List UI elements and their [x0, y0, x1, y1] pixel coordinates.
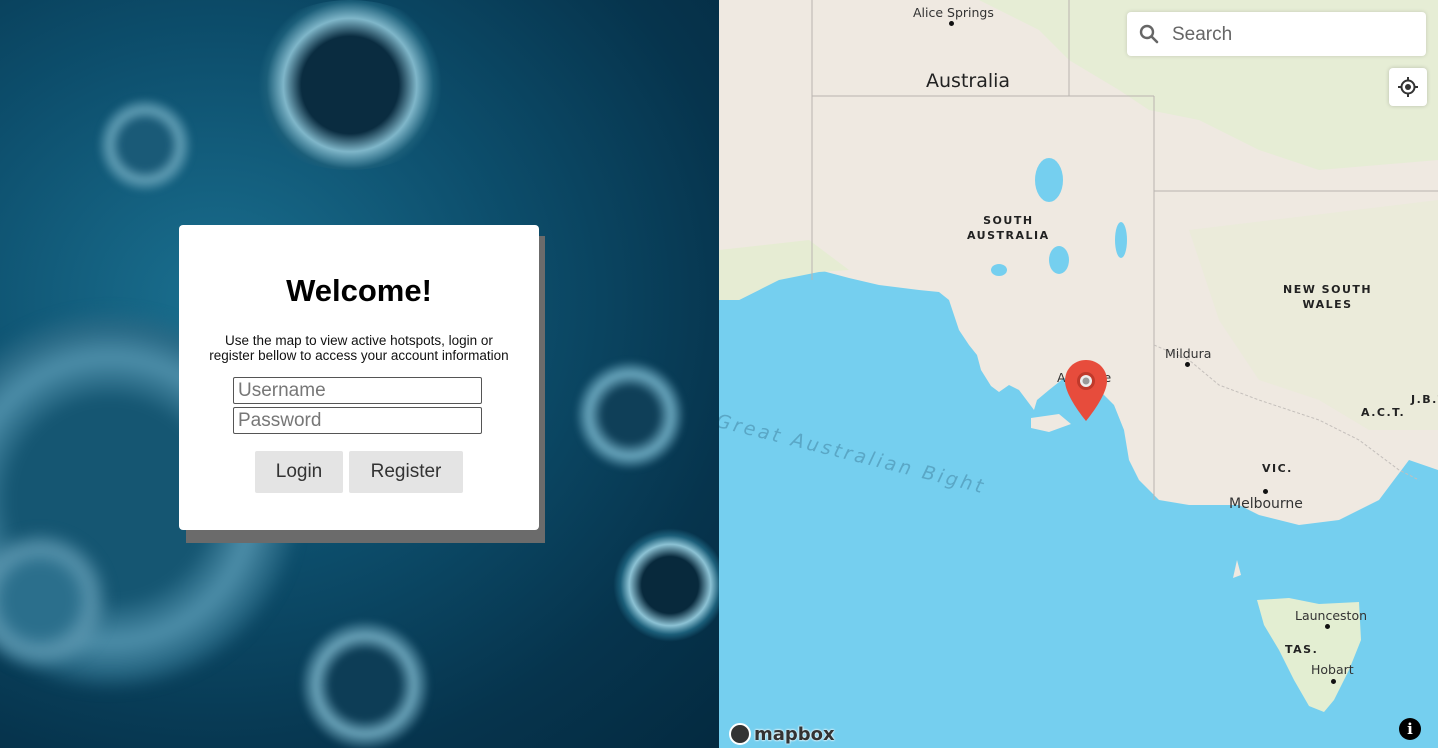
label-australia: Australia — [926, 70, 1011, 92]
label-new-south-wales: NEW SOUTH WALES — [1283, 283, 1373, 311]
virus-graphic-small-right — [560, 360, 700, 470]
virus-graphic-bottom-right — [610, 520, 719, 650]
info-icon[interactable]: i — [1399, 718, 1421, 740]
username-input[interactable] — [233, 377, 482, 404]
welcome-title: Welcome! — [286, 273, 432, 308]
virus-graphic-small-left — [90, 90, 200, 200]
map-view[interactable]: Alice Springs Australia SOUTH AUSTRALIA … — [719, 0, 1438, 748]
mapbox-logo-text: mapbox — [754, 723, 835, 745]
label-mildura: Mildura — [1165, 346, 1212, 361]
mapbox-logo-icon — [729, 723, 751, 745]
crosshair-icon — [1398, 77, 1418, 97]
city-dot — [949, 21, 954, 26]
login-description: Use the map to view active hotspots, log… — [209, 333, 509, 363]
city-dot — [1185, 362, 1190, 367]
login-pane: Welcome! Use the map to view active hots… — [0, 0, 719, 748]
register-button[interactable]: Register — [349, 451, 463, 493]
label-alice-springs: Alice Springs — [913, 5, 994, 20]
label-melbourne: Melbourne — [1229, 496, 1303, 512]
geolocate-button[interactable] — [1389, 68, 1427, 106]
label-jbt: J.B.T. — [1411, 393, 1438, 406]
city-dot — [1331, 679, 1336, 684]
map-search-input[interactable] — [1170, 20, 1414, 50]
login-card: Welcome! Use the map to view active hots… — [179, 225, 539, 530]
label-south-australia: SOUTH AUSTRALIA — [967, 214, 1050, 242]
login-button[interactable]: Login — [255, 451, 343, 493]
search-icon — [1139, 24, 1159, 44]
password-input[interactable] — [233, 407, 482, 434]
virus-graphic-bottom-center — [290, 610, 440, 748]
label-vic: VIC. — [1262, 462, 1293, 475]
city-dot — [1263, 489, 1268, 494]
city-dot — [1325, 624, 1330, 629]
label-act: A.C.T. — [1361, 406, 1406, 419]
map-search-box — [1127, 12, 1426, 56]
label-hobart: Hobart — [1311, 662, 1354, 677]
label-tas: TAS. — [1285, 643, 1319, 656]
virus-graphic-large-top — [240, 0, 460, 170]
label-launceston: Launceston — [1295, 608, 1368, 623]
mapbox-logo[interactable]: mapbox — [729, 722, 835, 746]
